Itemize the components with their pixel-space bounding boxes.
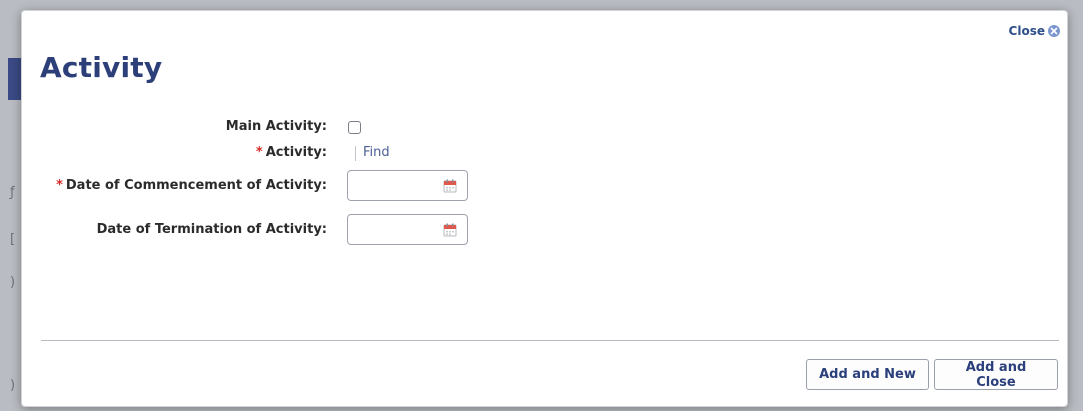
main-activity-checkbox[interactable] (348, 121, 361, 134)
calendar-icon[interactable] (443, 179, 457, 193)
background-fragment: ) (10, 275, 16, 290)
background-fragment: ) (10, 378, 16, 393)
required-indicator: * (255, 145, 263, 160)
background-fragment: ƒ (10, 185, 15, 200)
date-commencement-input[interactable] (347, 170, 468, 201)
calendar-icon[interactable] (443, 223, 457, 237)
date-commencement-label: Date of Commencement of Activity: (65, 178, 327, 193)
background-nav-strip (8, 58, 22, 100)
date-termination-input[interactable] (347, 214, 468, 245)
dialog-title: Activity (40, 51, 163, 84)
activity-dialog: Close Activity Main Activity: * Activity:… (21, 10, 1068, 407)
activity-find-link[interactable]: Find (363, 145, 390, 160)
close-button[interactable]: Close (1009, 24, 1060, 38)
date-termination-label: Date of Termination of Activity: (96, 222, 327, 237)
main-activity-label: Main Activity: (225, 119, 327, 134)
footer-divider (41, 340, 1059, 341)
required-indicator: * (56, 178, 63, 193)
activity-label: Activity: (265, 145, 327, 160)
add-and-new-button[interactable]: Add and New (806, 359, 929, 390)
activity-label-row: * Activity: (256, 145, 327, 160)
add-and-close-button[interactable]: Add and Close (934, 359, 1058, 390)
background-fragment: [ (10, 232, 16, 247)
find-separator (355, 146, 356, 161)
close-label: Close (1008, 24, 1045, 38)
close-icon (1048, 25, 1060, 37)
date-commencement-label-row: * Date of Commencement of Activity: (56, 178, 327, 193)
